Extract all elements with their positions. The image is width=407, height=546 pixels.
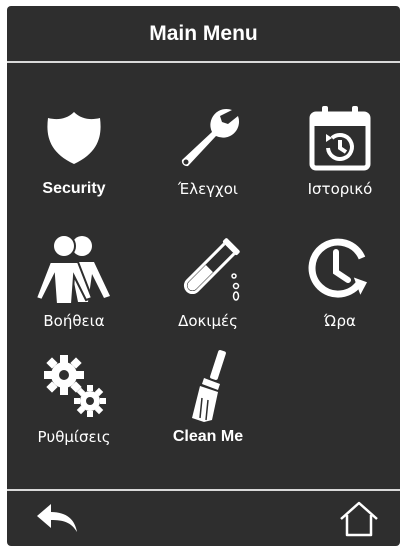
time-label: Ώρα [324, 312, 356, 330]
gears-icon [34, 346, 114, 426]
main-menu-screen: Main Menu Security Έλεγχοι Ιστορικό Βοήθ… [7, 6, 400, 546]
tests-label: Δοκιμές [178, 312, 238, 330]
home-icon [337, 499, 381, 544]
clean-me-label: Clean Me [172, 428, 244, 445]
history-button[interactable]: Ιστορικό [290, 98, 390, 198]
wrench-icon [168, 98, 248, 178]
help-label: Βοήθεια [43, 312, 105, 330]
history-label: Ιστορικό [307, 180, 373, 198]
checks-label: Έλεγχοι [178, 180, 238, 198]
shield-icon [34, 98, 114, 178]
settings-label: Ρυθμίσεις [37, 428, 111, 446]
tests-button[interactable]: Δοκιμές [158, 230, 258, 330]
clean-me-button[interactable]: Clean Me [158, 346, 258, 446]
test-tube-icon [168, 230, 248, 310]
clock-refresh-icon [300, 230, 380, 310]
checks-button[interactable]: Έλεγχοι [158, 98, 258, 198]
help-button[interactable]: Βοήθεια [24, 230, 124, 330]
back-arrow-icon [35, 502, 79, 541]
security-button[interactable]: Security [24, 98, 124, 198]
header: Main Menu [7, 6, 400, 62]
header-divider [7, 61, 400, 63]
back-button[interactable] [27, 496, 87, 546]
security-label: Security [42, 180, 106, 197]
page-title: Main Menu [149, 22, 258, 45]
time-button[interactable]: Ώρα [290, 230, 390, 330]
calendar-history-icon [300, 98, 380, 178]
people-icon [34, 230, 114, 310]
home-button[interactable] [329, 496, 389, 546]
brush-icon [168, 346, 248, 426]
footer-divider [7, 489, 400, 491]
settings-button[interactable]: Ρυθμίσεις [24, 346, 124, 446]
